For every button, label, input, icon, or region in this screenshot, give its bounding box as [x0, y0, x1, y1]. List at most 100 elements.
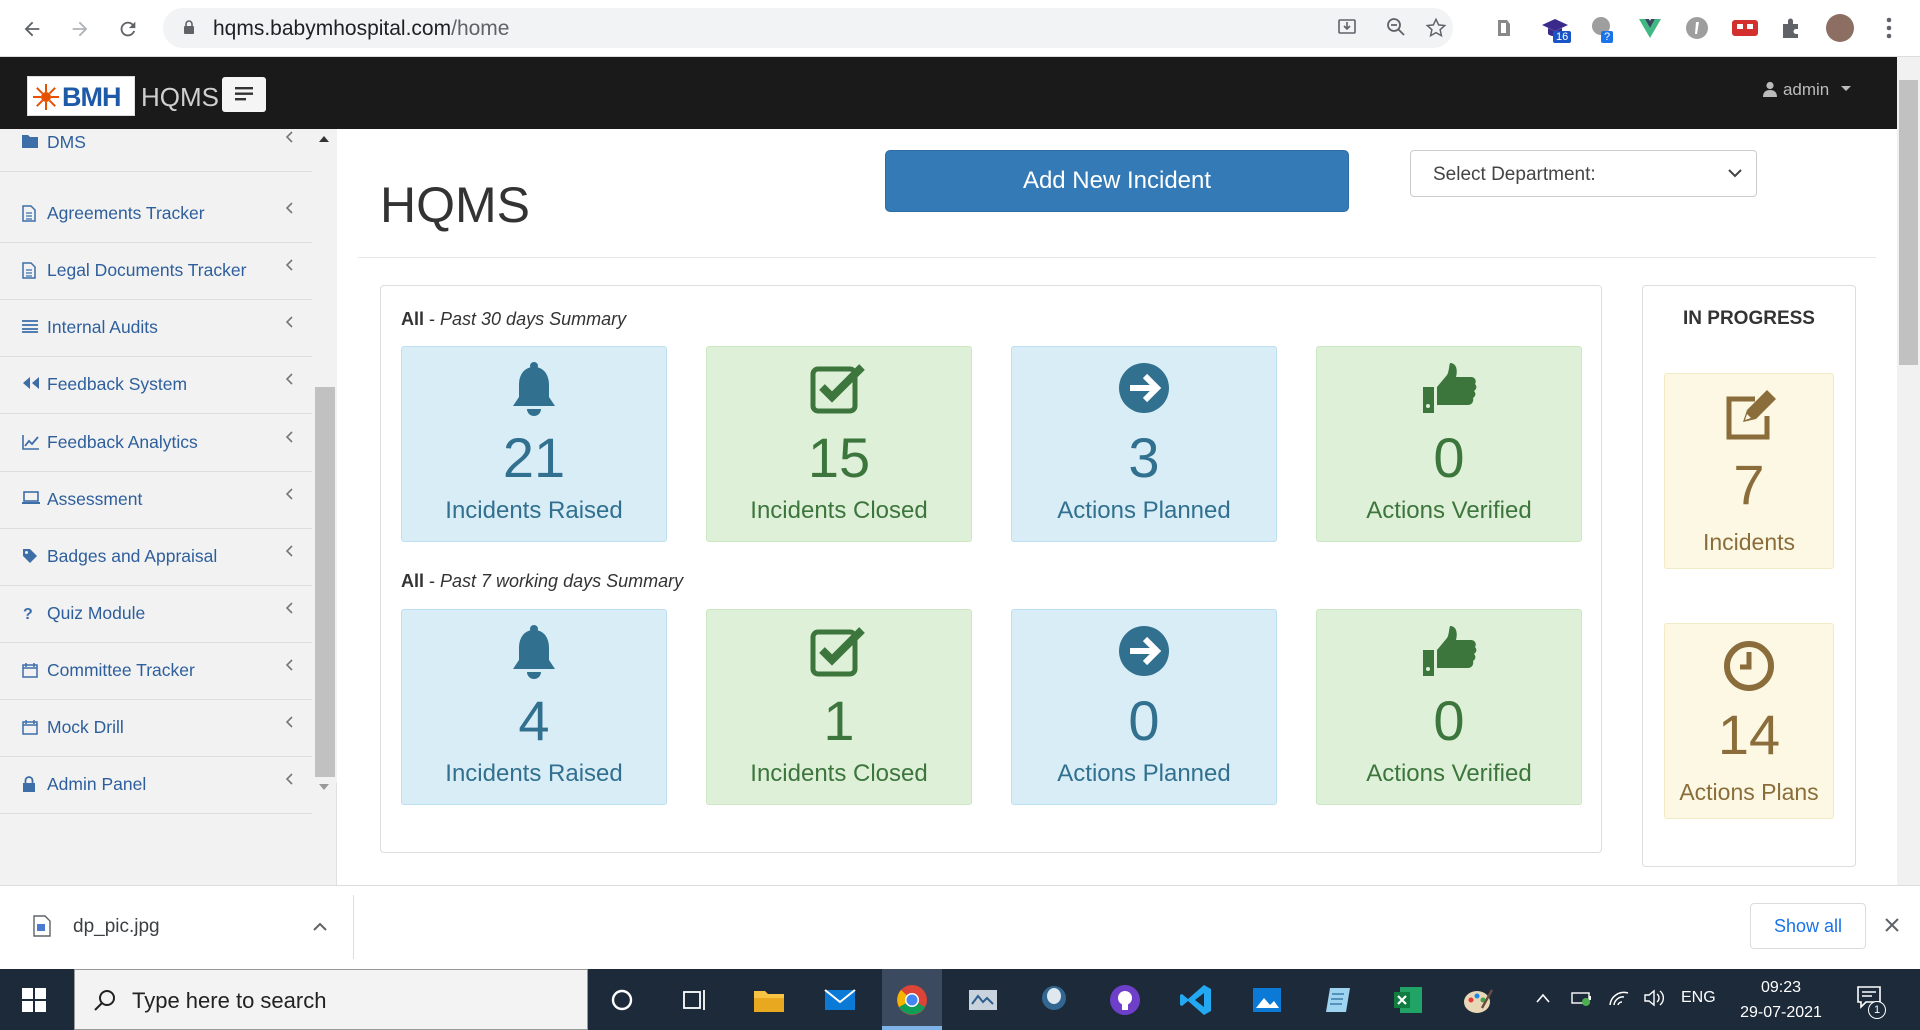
mortarboard-badge: 16	[1553, 31, 1572, 43]
chrome-menu-icon[interactable]	[1875, 14, 1903, 42]
stat-card-7-incidents-raised[interactable]: 4 Incidents Raised	[401, 609, 667, 805]
stat-card-30-actions-verified[interactable]: 0 Actions Verified	[1316, 346, 1582, 542]
sidebar-item-legal-documents-tracker[interactable]: Legal Documents Tracker	[0, 243, 312, 301]
add-new-incident-button[interactable]: Add New Incident	[885, 150, 1349, 212]
calendar-icon	[22, 662, 40, 680]
menu-toggle-button[interactable]	[222, 77, 266, 112]
downloads-separator	[353, 895, 354, 959]
stat-card-7-actions-planned[interactable]: 0 Actions Planned	[1011, 609, 1277, 805]
sidebar-item-label: DMS	[47, 132, 86, 152]
github-desktop-icon[interactable]	[1107, 982, 1143, 1018]
cloud-extension-icon[interactable]: ?	[1588, 14, 1616, 43]
department-select-value: Select Department:	[1433, 164, 1596, 185]
stat-card-30-actions-planned[interactable]: 3 Actions Planned	[1011, 346, 1277, 542]
stat-card-prog-actions-plans[interactable]: 14 Actions Plans	[1664, 623, 1834, 819]
chevron-left-icon	[285, 713, 294, 733]
header-divider	[358, 257, 1876, 258]
sidebar-item-quiz-module[interactable]: ? Quiz Module	[0, 586, 312, 643]
paint-icon[interactable]	[1460, 982, 1496, 1018]
chevron-down-icon	[1728, 169, 1742, 178]
input-language[interactable]: ENG	[1681, 989, 1716, 1007]
download-filename[interactable]: dp_pic.jpg	[73, 916, 160, 938]
sidebar-item-committee-tracker[interactable]: Committee Tracker	[0, 643, 312, 700]
volume-icon[interactable]	[1643, 989, 1665, 1007]
back-button-icon[interactable]	[14, 11, 50, 47]
page-scrollbar-thumb[interactable]	[1899, 80, 1918, 365]
taskbar-search-box[interactable]: Type here to search	[74, 969, 588, 1030]
sidebar-item-mock-drill[interactable]: Mock Drill	[0, 700, 312, 757]
show-all-button[interactable]: Show all	[1750, 903, 1866, 949]
address-bar[interactable]: hqms.babymhospital.com/home	[163, 8, 1453, 48]
sidebar-item-feedback-analytics[interactable]: Feedback Analytics	[0, 415, 312, 472]
check-square-icon	[707, 624, 971, 682]
stat-card-30-incidents-closed[interactable]: 15 Incidents Closed	[706, 346, 972, 542]
red-extension-icon[interactable]	[1730, 14, 1758, 42]
install-app-icon[interactable]	[1335, 17, 1359, 41]
stat-card-prog-incidents[interactable]: 7 Incidents	[1664, 373, 1834, 569]
file-explorer-icon[interactable]	[751, 982, 787, 1018]
vscode-icon[interactable]	[1178, 982, 1214, 1018]
windows-start-icon[interactable]	[22, 988, 46, 1012]
sidebar-item-feedback-system[interactable]: Feedback System	[0, 357, 312, 415]
edit-icon	[1665, 390, 1833, 448]
user-menu[interactable]: admin	[1762, 80, 1852, 100]
stat-label: Incidents Closed	[750, 497, 928, 524]
summary-30-heading: All - Past 30 days Summary	[401, 309, 627, 329]
sidebar-item-admin-panel[interactable]: Admin Panel	[0, 757, 312, 815]
bmh-logo[interactable]: BMH	[27, 76, 135, 116]
scroll-up-arrow-icon[interactable]	[318, 135, 330, 143]
chevron-left-icon	[285, 542, 294, 562]
stat-value: 1	[823, 689, 855, 752]
extension-shield-icon[interactable]	[1489, 14, 1517, 42]
forward-button-icon[interactable]	[62, 11, 98, 47]
laptop-icon	[22, 490, 40, 509]
cortana-icon[interactable]	[610, 988, 634, 1012]
wifi-icon[interactable]	[1608, 989, 1630, 1007]
zoom-icon[interactable]	[1384, 17, 1408, 41]
department-select[interactable]: Select Department:	[1410, 150, 1757, 197]
mail-icon[interactable]	[822, 982, 858, 1018]
scroll-down-arrow-icon[interactable]	[318, 783, 330, 791]
caret-down-icon	[1841, 86, 1851, 91]
stat-label: Incidents	[1702, 529, 1796, 555]
bookmark-star-icon[interactable]	[1424, 17, 1448, 41]
arrow-circle-right-icon	[1012, 361, 1276, 419]
align-left-icon	[235, 87, 253, 101]
close-icon[interactable]	[1884, 917, 1900, 933]
sidebar-item-label: Feedback Analytics	[47, 431, 198, 452]
photos-icon[interactable]	[1249, 982, 1285, 1018]
chevron-up-icon[interactable]	[312, 922, 328, 932]
notepad-icon[interactable]	[1320, 982, 1356, 1018]
search-icon	[94, 990, 115, 1011]
logo-text: BMH	[62, 82, 121, 112]
sidebar-scrollbar-thumb[interactable]	[315, 387, 335, 777]
grey-circle-extension-icon[interactable]	[1683, 14, 1711, 42]
bell-icon	[402, 361, 666, 419]
search-placeholder: Type here to search	[132, 988, 327, 1013]
show-hidden-icons-icon[interactable]	[1535, 993, 1551, 1003]
sidebar-item-badges-and-appraisal[interactable]: Badges and Appraisal	[0, 529, 312, 586]
postgresql-icon[interactable]	[1036, 982, 1072, 1018]
thumbs-up-icon	[1317, 361, 1581, 419]
stat-card-7-actions-verified[interactable]: 0 Actions Verified	[1316, 609, 1582, 805]
sidebar-item-label: Committee Tracker	[47, 659, 195, 680]
task-view-icon[interactable]	[682, 988, 708, 1012]
sidebar-item-agreements-tracker[interactable]: Agreements Tracker	[0, 186, 312, 244]
vue-devtools-icon[interactable]	[1636, 14, 1664, 42]
chevron-left-icon	[285, 485, 294, 505]
battery-icon[interactable]	[1571, 989, 1593, 1007]
chrome-icon[interactable]	[894, 982, 930, 1018]
stat-card-30-incidents-raised[interactable]: 21 Incidents Raised	[401, 346, 667, 542]
mortarboard-extension-icon[interactable]: 16	[1540, 14, 1572, 43]
profile-avatar[interactable]	[1826, 14, 1854, 42]
sidebar-item-assessment[interactable]: Assessment	[0, 472, 312, 529]
stat-card-7-incidents-closed[interactable]: 1 Incidents Closed	[706, 609, 972, 805]
extensions-puzzle-icon[interactable]	[1777, 14, 1805, 42]
sidebar-item-internal-audits[interactable]: Internal Audits	[0, 300, 312, 358]
taskbar-clock[interactable]: 09:23 29-07-2021	[1735, 975, 1827, 1025]
excel-icon[interactable]	[1390, 982, 1426, 1018]
thumbs-up-icon	[1317, 624, 1581, 682]
sidebar-item-dms[interactable]: DMS	[0, 115, 312, 172]
reload-icon[interactable]	[110, 11, 146, 47]
network-app-icon[interactable]	[965, 982, 1001, 1018]
